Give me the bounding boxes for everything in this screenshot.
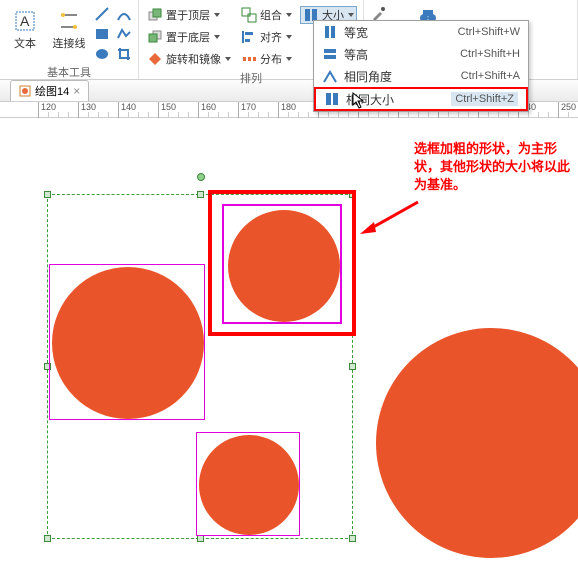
menu-item-equal-size[interactable]: 相同大小 Ctrl+Shift+Z — [314, 87, 528, 111]
group-icon — [241, 7, 257, 23]
shape-3[interactable] — [196, 432, 300, 536]
handle-s[interactable] — [197, 535, 204, 542]
text-button[interactable]: A 文本 — [6, 2, 44, 58]
handle-se[interactable] — [349, 535, 356, 542]
text-icon: A — [13, 9, 37, 33]
send-back-icon — [147, 29, 163, 45]
bring-front-button[interactable]: 置于顶层 — [145, 6, 233, 24]
rotate-button[interactable]: 旋转和镜像 — [145, 50, 233, 68]
menu-item-equal-width[interactable]: 等宽 Ctrl+Shift+W — [314, 21, 528, 43]
caret-icon — [214, 13, 220, 17]
connector-label: 连接线 — [53, 35, 86, 51]
handle-n[interactable] — [197, 191, 204, 198]
menu-item-equal-height[interactable]: 等高 Ctrl+Shift+H — [314, 43, 528, 65]
ellipse-icon[interactable] — [94, 46, 110, 62]
align-button[interactable]: 对齐 — [239, 28, 294, 46]
shape-icons — [94, 2, 132, 62]
caret-icon — [225, 57, 231, 61]
annotation-text: 选框加粗的形状，为主形状，其他形状的大小将以此为基准。 — [414, 140, 574, 195]
text-label: 文本 — [14, 35, 36, 51]
rotate-icon — [147, 51, 163, 67]
svg-text:A: A — [20, 13, 30, 29]
caret-icon — [286, 57, 292, 61]
handle-e[interactable] — [349, 363, 356, 370]
equal-angle-icon — [322, 68, 338, 84]
caret-icon — [348, 13, 354, 17]
annotation-arrow — [358, 198, 424, 238]
curve-icon[interactable] — [116, 6, 132, 22]
crop-icon[interactable] — [116, 46, 132, 62]
menu-item-equal-angle[interactable]: 相同角度 Ctrl+Shift+A — [314, 65, 528, 87]
ribbon-group-basic: A 文本 连接线 基本 — [0, 0, 139, 79]
caret-icon — [286, 35, 292, 39]
size-dropdown-menu: 等宽 Ctrl+Shift+W 等高 Ctrl+Shift+H 相同角度 Ctr… — [313, 20, 529, 112]
equal-height-icon — [322, 46, 338, 62]
distribute-button[interactable]: 分布 — [239, 50, 294, 68]
equal-size-icon — [324, 91, 340, 107]
shape-4[interactable] — [376, 328, 578, 558]
align-icon — [241, 29, 257, 45]
caret-icon — [286, 13, 292, 17]
cursor-icon — [352, 92, 366, 110]
group-label-basic: 基本工具 — [6, 62, 132, 82]
document-tab[interactable]: 绘图14 × — [10, 80, 89, 101]
caret-icon — [214, 35, 220, 39]
polyline-icon[interactable] — [116, 26, 132, 42]
handle-sw[interactable] — [44, 535, 51, 542]
connector-button[interactable]: 连接线 — [50, 2, 88, 58]
canvas[interactable]: 选框加粗的形状，为主形状，其他形状的大小将以此为基准。 — [0, 118, 578, 567]
shape-main[interactable] — [222, 204, 342, 324]
rect-icon[interactable] — [94, 26, 110, 42]
doc-icon — [19, 85, 31, 97]
distribute-icon — [241, 51, 257, 67]
bring-front-icon — [147, 7, 163, 23]
line-icon[interactable] — [94, 6, 110, 22]
equal-width-icon — [322, 24, 338, 40]
rotate-handle[interactable] — [197, 173, 205, 181]
send-back-button[interactable]: 置于底层 — [145, 28, 233, 46]
handle-nw[interactable] — [44, 191, 51, 198]
tab-title: 绘图14 — [35, 83, 69, 99]
connector-icon — [57, 9, 81, 33]
group-button[interactable]: 组合 — [239, 6, 294, 24]
shape-2[interactable] — [49, 264, 205, 420]
close-icon[interactable]: × — [73, 84, 80, 98]
